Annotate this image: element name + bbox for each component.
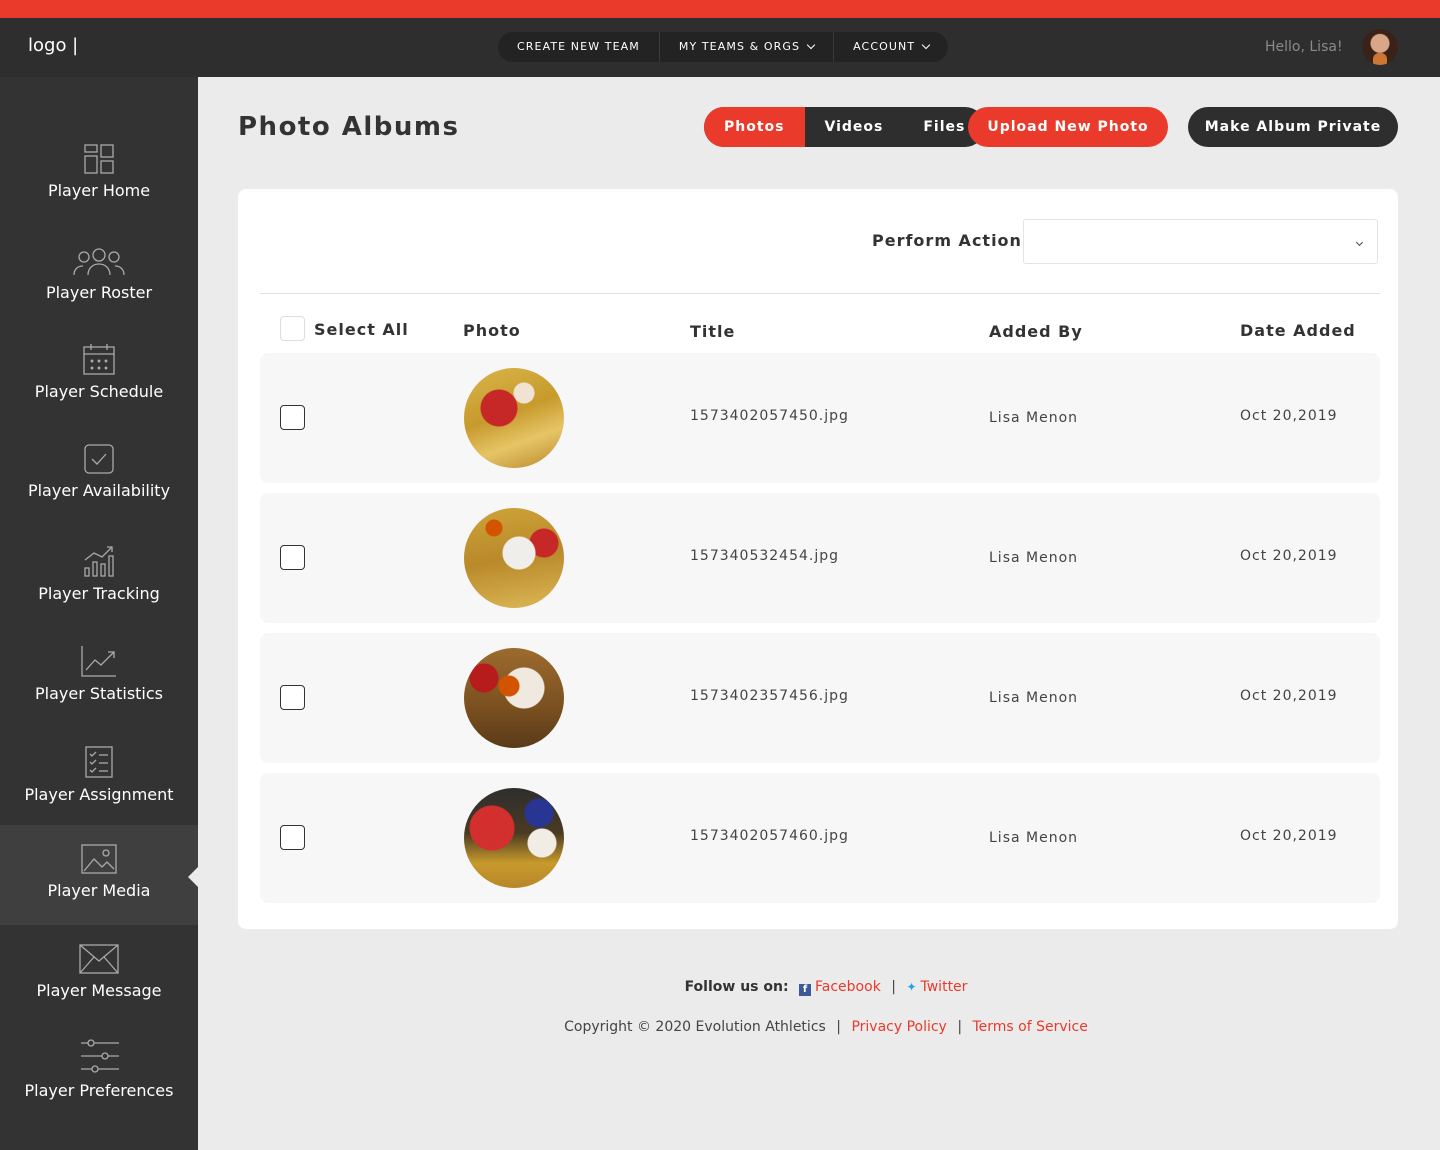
chevron-down-icon	[921, 40, 931, 50]
twitter-icon: ✦	[906, 980, 917, 994]
column-header-date-added: Date Added	[1240, 321, 1356, 340]
top-nav-menu: CREATE NEW TEAM MY TEAMS & ORGS ACCOUNT	[498, 32, 949, 62]
photo-date-added: Oct 20,2019	[1240, 688, 1338, 704]
row-checkbox[interactable]	[280, 545, 305, 570]
create-new-team-link[interactable]: CREATE NEW TEAM	[498, 32, 660, 62]
column-header-added-by: Added By	[989, 322, 1083, 341]
follow-label: Follow us on:	[684, 979, 789, 995]
photo-thumbnail[interactable]	[464, 648, 564, 748]
dashboard-icon	[84, 144, 114, 174]
photo-date-added: Oct 20,2019	[1240, 828, 1338, 844]
my-teams-orgs-menu[interactable]: MY TEAMS & ORGS	[660, 32, 835, 62]
divider	[260, 293, 1380, 294]
checkbox-icon	[84, 444, 114, 474]
sidebar-item-label: Player Schedule	[34, 382, 164, 401]
sidebar-item-player-roster[interactable]: Player Roster	[0, 247, 198, 302]
sidebar-item-label: Player Statistics	[34, 684, 163, 703]
nav-label: ACCOUNT	[853, 40, 916, 53]
twitter-link[interactable]: Twitter	[921, 979, 968, 995]
sidebar-item-label: Player Roster	[45, 283, 153, 302]
photo-title: 1573402357456.jpg	[690, 688, 849, 704]
calendar-icon	[83, 344, 115, 375]
make-album-private-button[interactable]: Make Album Private	[1188, 107, 1398, 147]
table-row[interactable]: 1573402057460.jpg Lisa Menon Oct 20,2019	[260, 773, 1380, 903]
table-row[interactable]: 157340532454.jpg Lisa Menon Oct 20,2019	[260, 493, 1380, 623]
sidebar-item-player-preferences[interactable]: Player Preferences	[0, 1037, 198, 1100]
footer-separator: |	[836, 1019, 841, 1035]
sidebar-item-player-home[interactable]: Player Home	[0, 143, 198, 200]
nav-label: MY TEAMS & ORGS	[678, 40, 801, 53]
sidebar-item-label: Player Media	[47, 881, 151, 900]
sidebar-item-label: Player Tracking	[38, 584, 160, 603]
column-header-photo: Photo	[463, 321, 521, 340]
photo-added-by: Lisa Menon	[989, 550, 1079, 566]
upload-new-photo-button[interactable]: Upload New Photo	[968, 107, 1168, 147]
sidebar-item-label: Player Home	[47, 181, 151, 200]
nav-label: CREATE NEW TEAM	[517, 40, 640, 53]
sidebar-item-player-statistics[interactable]: Player Statistics	[0, 644, 198, 703]
column-header-title: Title	[690, 322, 736, 341]
sidebar-item-label: Player Assignment	[24, 785, 174, 804]
active-indicator	[188, 867, 198, 887]
row-checkbox[interactable]	[280, 685, 305, 710]
perform-action-select[interactable]	[1023, 219, 1378, 264]
facebook-link[interactable]: Facebook	[815, 979, 881, 995]
sidebar-item-label: Player Availability	[27, 481, 171, 500]
photo-added-by: Lisa Menon	[989, 690, 1079, 706]
select-all-checkbox[interactable]	[280, 316, 305, 341]
group-icon	[73, 248, 125, 276]
photo-table-card: Perform Action: Select All Photo Title A…	[238, 189, 1398, 929]
footer-social: Follow us on: f Facebook | ✦ Twitter	[0, 979, 1440, 996]
footer-separator: |	[891, 979, 896, 995]
top-navbar: logo | CREATE NEW TEAM MY TEAMS & ORGS A…	[0, 18, 1440, 77]
table-row[interactable]: 1573402357456.jpg Lisa Menon Oct 20,2019	[260, 633, 1380, 763]
photo-date-added: Oct 20,2019	[1240, 408, 1338, 424]
avatar[interactable]	[1362, 29, 1398, 65]
sidebar-item-player-schedule[interactable]: Player Schedule	[0, 342, 198, 401]
copyright-text: Copyright © 2020 Evolution Athletics	[564, 1019, 826, 1035]
chevron-down-icon	[806, 40, 816, 50]
footer-legal: Copyright © 2020 Evolution Athletics | P…	[0, 1019, 1440, 1035]
terms-of-service-link[interactable]: Terms of Service	[972, 1019, 1087, 1035]
select-all-label[interactable]: Select All	[314, 320, 409, 339]
row-checkbox[interactable]	[280, 405, 305, 430]
greeting: Hello, Lisa!	[1265, 39, 1343, 55]
footer-separator: |	[957, 1019, 963, 1035]
line-chart-icon	[81, 646, 116, 677]
photo-added-by: Lisa Menon	[989, 830, 1079, 846]
photo-thumbnail[interactable]	[464, 508, 564, 608]
sidebar-item-player-media[interactable]: Player Media	[0, 825, 198, 925]
sidebar-item-player-availability[interactable]: Player Availability	[0, 443, 198, 500]
page-title: Photo Albums	[238, 112, 460, 142]
sidebar-item-label: Player Preferences	[24, 1081, 174, 1100]
photo-added-by: Lisa Menon	[989, 410, 1079, 426]
photo-title: 157340532454.jpg	[690, 548, 839, 564]
sidebar-item-player-assignment[interactable]: Player Assignment	[0, 745, 198, 804]
tab-photos[interactable]: Photos	[704, 107, 805, 147]
perform-action-label: Perform Action:	[872, 231, 1030, 250]
bar-chart-icon	[84, 546, 114, 577]
row-checkbox[interactable]	[280, 825, 305, 850]
account-menu[interactable]: ACCOUNT	[834, 32, 948, 62]
privacy-policy-link[interactable]: Privacy Policy	[851, 1019, 946, 1035]
photo-date-added: Oct 20,2019	[1240, 548, 1338, 564]
photo-title: 1573402057460.jpg	[690, 828, 849, 844]
top-accent-strip	[0, 0, 1440, 18]
table-row[interactable]: 1573402057450.jpg Lisa Menon Oct 20,2019	[260, 353, 1380, 483]
sliders-icon	[81, 1039, 119, 1073]
tab-videos[interactable]: Videos	[805, 107, 904, 147]
photo-thumbnail[interactable]	[464, 368, 564, 468]
facebook-icon: f	[799, 984, 812, 996]
logo[interactable]: logo |	[28, 35, 78, 56]
envelope-icon	[79, 944, 119, 974]
checklist-icon	[85, 746, 113, 778]
media-type-tabs: Photos Videos Files	[704, 107, 986, 147]
photo-title: 1573402057450.jpg	[690, 408, 849, 424]
image-icon	[81, 844, 117, 874]
sidebar-item-player-tracking[interactable]: Player Tracking	[0, 544, 198, 603]
photo-thumbnail[interactable]	[464, 788, 564, 888]
chevron-down-icon	[1355, 238, 1364, 247]
